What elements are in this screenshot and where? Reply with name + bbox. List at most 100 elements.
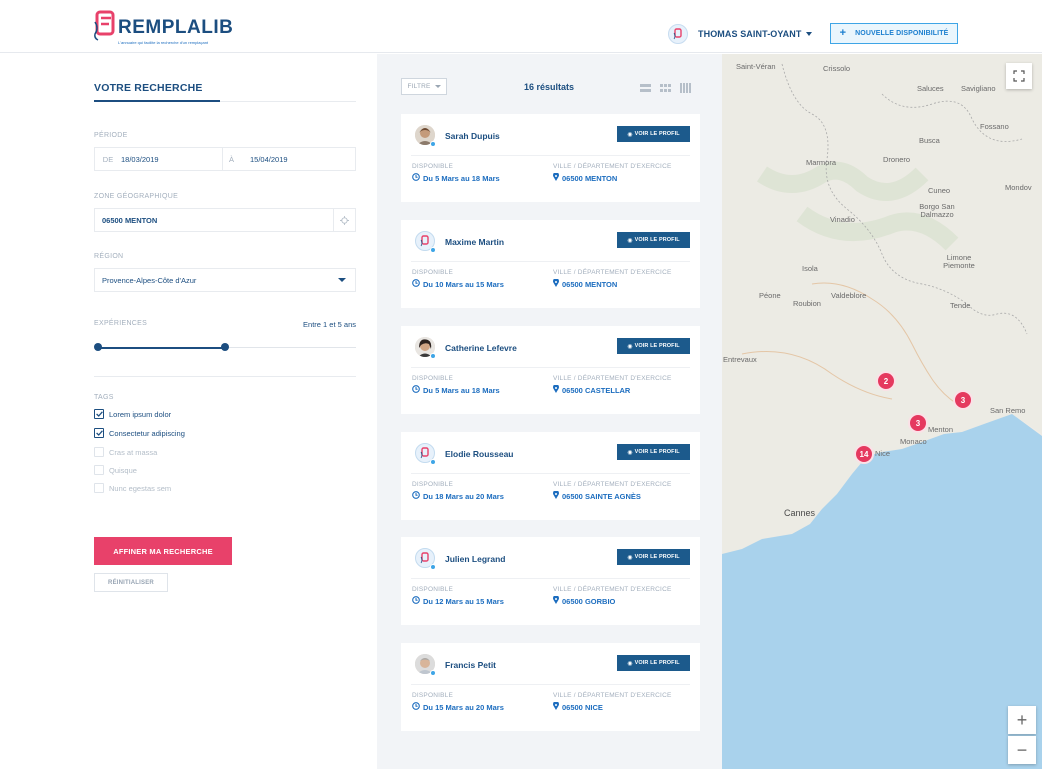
tag-checkbox[interactable]: Quisque <box>94 465 137 475</box>
candidate-name[interactable]: Maxime Martin <box>445 237 504 247</box>
available-label: DISPONIBLE <box>412 375 454 382</box>
fullscreen-icon <box>1013 70 1025 82</box>
city-text: 06500 MENTON <box>562 173 618 183</box>
locate-button[interactable] <box>333 209 355 231</box>
tag-label: Consectetur adipiscing <box>109 428 185 438</box>
tag-checkbox[interactable]: Consectetur adipiscing <box>94 428 185 438</box>
candidate-name[interactable]: Catherine Lefevre <box>445 343 517 353</box>
available-label: DISPONIBLE <box>412 481 454 488</box>
map-place-label: Valdeblore <box>831 291 867 300</box>
user-menu[interactable]: THOMAS SAINT-OYANT <box>668 23 813 45</box>
map-place-label: Dronero <box>883 155 911 164</box>
city-label: VILLE / DÉPARTEMENT D'EXERCICE <box>553 375 672 382</box>
map-cluster-marker[interactable]: 14 <box>854 444 874 464</box>
map-place-label: Tende <box>950 301 971 310</box>
from-date-input[interactable]: 18/03/2019 <box>121 155 159 164</box>
refine-search-button[interactable]: AFFINER MA RECHERCHE <box>94 537 232 565</box>
view-switcher <box>640 80 691 93</box>
new-availability-label: NOUVELLE DISPONIBILITÉ <box>855 30 949 37</box>
view-profile-button[interactable]: ◉ VOIR LE PROFIL <box>617 232 690 248</box>
view-profile-button[interactable]: ◉ VOIR LE PROFIL <box>617 549 690 565</box>
divider <box>411 367 690 368</box>
slider-min-handle[interactable] <box>94 343 102 351</box>
clock-icon <box>412 385 420 395</box>
map-place-label: Saluces <box>917 84 944 93</box>
default-avatar-logo-icon <box>420 552 429 564</box>
fullscreen-button[interactable] <box>1006 63 1032 89</box>
city-label: VILLE / DÉPARTEMENT D'EXERCICE <box>553 692 672 699</box>
from-prefix: DE <box>102 154 114 164</box>
map-place-label: Isola <box>802 264 818 273</box>
to-prefix: À <box>229 154 235 164</box>
map-cluster-marker[interactable]: 3 <box>953 390 973 410</box>
view-profile-label: VOIR LE PROFIL <box>634 131 680 137</box>
map-cluster-marker[interactable]: 3 <box>908 413 928 433</box>
map-place-label: Vinadio <box>830 215 855 224</box>
list-view-icon[interactable] <box>640 80 651 92</box>
experience-value: Entre 1 et 5 ans <box>303 320 356 329</box>
city-value: 06500 SAINTE AGNÈS <box>553 490 641 501</box>
candidate-name[interactable]: Francis Petit <box>445 660 496 670</box>
eye-icon: ◉ <box>627 131 633 138</box>
map-place-label: Crissolo <box>823 64 851 73</box>
divider <box>411 684 690 685</box>
view-profile-button[interactable]: ◉ VOIR LE PROFIL <box>617 126 690 142</box>
period-field[interactable]: DE 18/03/2019 À 15/04/2019 <box>94 147 356 171</box>
results-map[interactable]: Saint-Véran Crissolo Saluces Savigliano … <box>722 54 1042 769</box>
city-text: 06500 NICE <box>562 702 603 712</box>
tag-checkbox[interactable]: Cras at massa <box>94 447 157 457</box>
experience-slider[interactable] <box>94 343 356 353</box>
slider-max-handle[interactable] <box>221 343 229 351</box>
city-text: 06500 MENTON <box>562 279 618 289</box>
availability-dates: Du 10 Mars au 15 Mars <box>412 279 504 289</box>
map-pin-icon <box>553 595 559 606</box>
map-place-label: Entrevaux <box>723 355 757 364</box>
filter-dropdown[interactable]: FILTRE <box>401 78 447 95</box>
dates-value: Du 10 Mars au 15 Mars <box>423 279 504 289</box>
period-label: PÉRIODE <box>94 132 128 139</box>
city-value: 06500 CASTELLAR <box>553 384 630 395</box>
candidate-name[interactable]: Julien Legrand <box>445 554 505 564</box>
tag-label: Lorem ipsum dolor <box>109 409 172 419</box>
city-value: 06500 MENTON <box>553 278 618 289</box>
view-profile-button[interactable]: ◉ VOIR LE PROFIL <box>617 338 690 354</box>
map-cluster-marker[interactable]: 2 <box>876 371 896 391</box>
zoom-in-button[interactable]: + <box>1008 706 1036 734</box>
chevron-down-icon <box>434 85 441 88</box>
grid-view-icon[interactable] <box>660 80 671 92</box>
candidate-name[interactable]: Sarah Dupuis <box>445 131 500 141</box>
zoom-out-button[interactable]: − <box>1008 736 1036 764</box>
remplalib-logo[interactable]: REMPLALIB L'annuaire qui facilite la rec… <box>93 10 233 46</box>
tag-checkbox[interactable]: Nunc egestas sem <box>94 483 171 493</box>
checkbox-unchecked-icon[interactable] <box>94 447 104 457</box>
city-label: VILLE / DÉPARTEMENT D'EXERCICE <box>553 163 672 170</box>
result-card: Elodie Rousseau ◉ VOIR LE PROFIL DISPONIB… <box>401 432 700 520</box>
checkbox-unchecked-icon[interactable] <box>94 465 104 475</box>
view-profile-button[interactable]: ◉ VOIR LE PROFIL <box>617 444 690 460</box>
tags-label: TAGS <box>94 394 114 401</box>
new-availability-button[interactable]: + NOUVELLE DISPONIBILITÉ <box>830 23 958 44</box>
candidate-name[interactable]: Elodie Rousseau <box>445 449 514 459</box>
zone-input[interactable]: 06500 MENTON <box>94 208 356 232</box>
view-profile-button[interactable]: ◉ VOIR LE PROFIL <box>617 655 690 671</box>
chevron-down-icon <box>806 32 813 36</box>
reset-button[interactable]: RÉINITIALISER <box>94 573 168 592</box>
map-pin-icon <box>553 278 559 289</box>
crosshair-icon <box>340 215 349 225</box>
map-pin-icon <box>553 384 559 395</box>
clock-icon <box>412 702 420 712</box>
tag-checkbox[interactable]: Lorem ipsum dolor <box>94 409 171 419</box>
chevron-down-icon <box>338 278 346 282</box>
availability-dates: Du 15 Mars au 20 Mars <box>412 702 504 712</box>
result-card: Catherine Lefevre ◉ VOIR LE PROFIL DISPON… <box>401 326 700 414</box>
to-date-input[interactable]: 15/04/2019 <box>250 155 288 164</box>
verified-badge-icon <box>430 141 436 147</box>
checkbox-checked-icon[interactable] <box>94 409 104 419</box>
columns-view-icon[interactable] <box>680 80 691 93</box>
verified-badge-icon <box>430 459 436 465</box>
view-profile-label: VOIR LE PROFIL <box>634 237 680 243</box>
region-select[interactable]: Provence-Alpes-Côte d'Azur <box>94 268 356 292</box>
checkbox-checked-icon[interactable] <box>94 428 104 438</box>
checkbox-unchecked-icon[interactable] <box>94 483 104 493</box>
caduceus-logo-icon <box>94 10 115 41</box>
